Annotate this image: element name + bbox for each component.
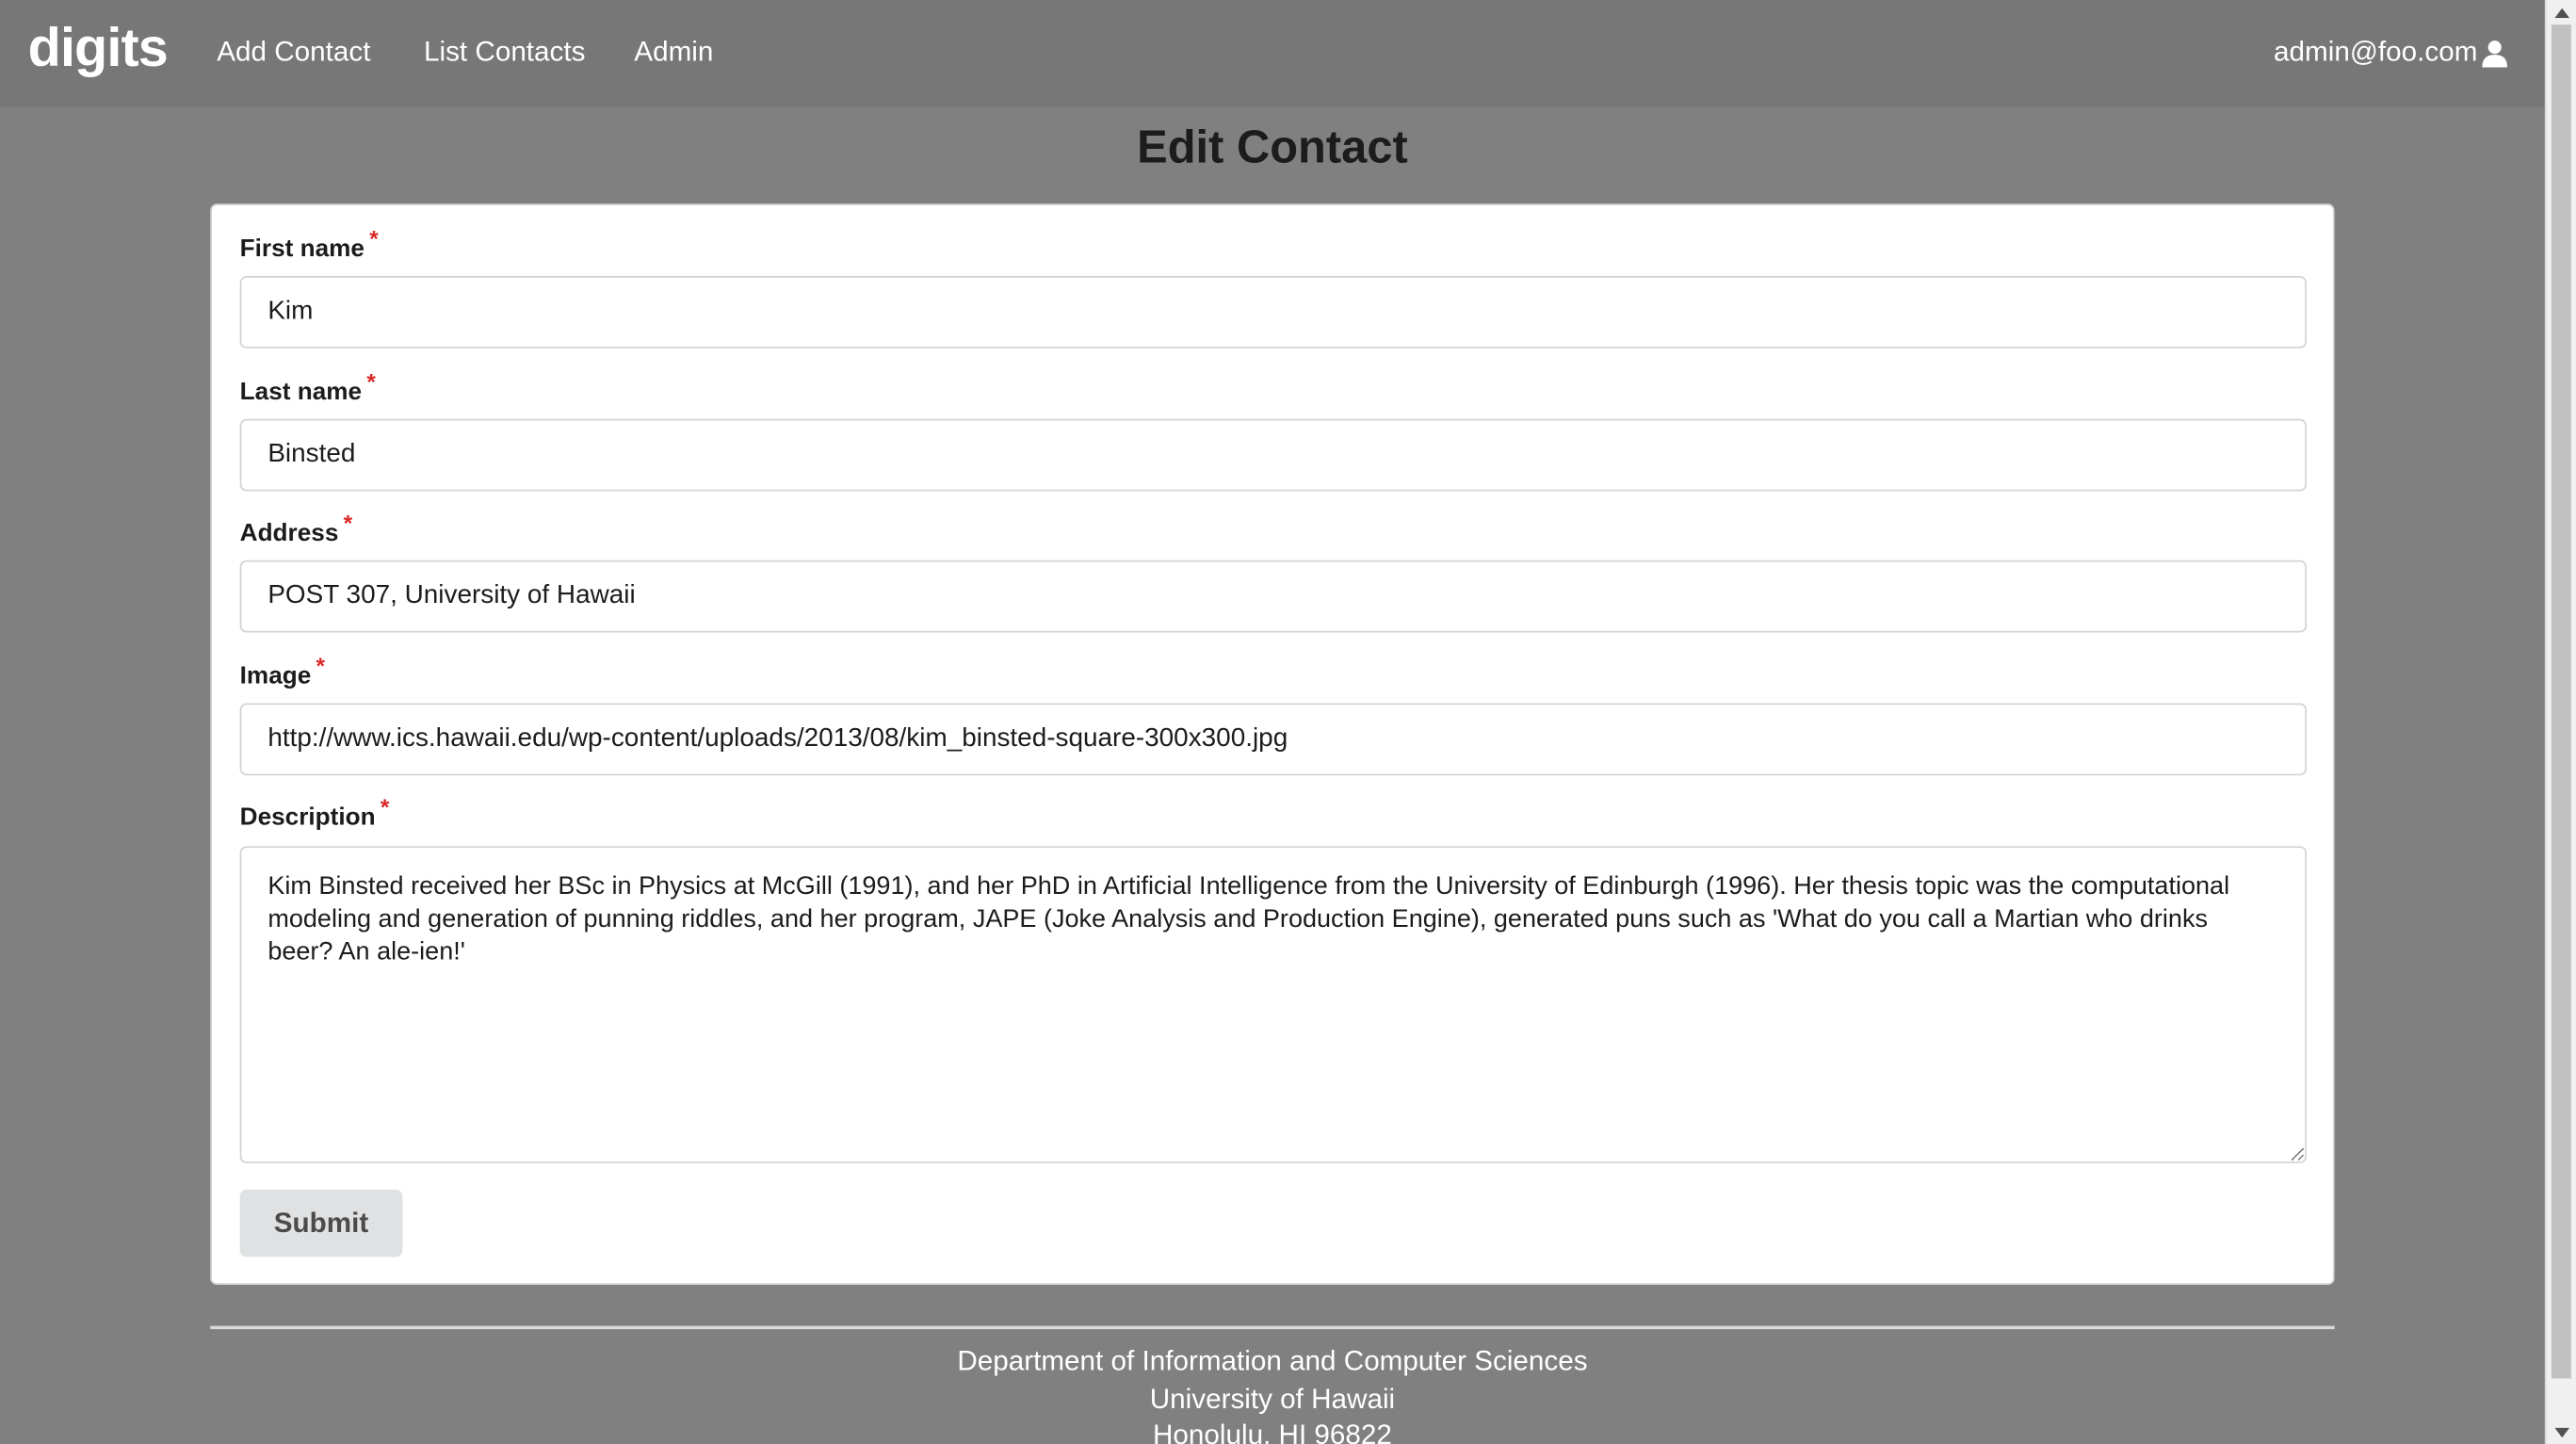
scroll-up-icon[interactable]	[2547, 0, 2576, 24]
required-marker: *	[369, 224, 379, 251]
user-menu[interactable]: admin@foo.com	[2274, 36, 2508, 69]
required-marker: *	[366, 367, 376, 395]
address-input[interactable]	[239, 560, 2307, 633]
footer-university: University of Hawaii	[1149, 1382, 1396, 1414]
first-name-label: First name *	[239, 224, 379, 264]
description-textarea[interactable]: Kim Binsted received her BSc in Physics …	[239, 846, 2307, 1163]
image-label: Image *	[239, 652, 326, 690]
footer-department: Department of Information and Computer S…	[957, 1345, 1588, 1377]
user-email: admin@foo.com	[2274, 36, 2478, 68]
page-title: Edit Contact	[1137, 122, 1408, 173]
user-icon	[2482, 40, 2508, 67]
vertical-scrollbar[interactable]	[2544, 0, 2576, 1444]
description-label: Description *	[239, 793, 390, 832]
nav-add-contact[interactable]: Add Contact	[217, 36, 370, 69]
brand-logo[interactable]: digits	[28, 16, 169, 78]
required-marker: *	[380, 793, 390, 820]
edit-contact-form: First name* Last name* Address* Image* D…	[210, 203, 2335, 1286]
top-navbar: digits Add Contact List Contacts Admin a…	[0, 0, 2545, 107]
footer-divider	[210, 1325, 2335, 1330]
page: digits Add Contact List Contacts Admin a…	[0, 0, 2576, 1444]
required-marker: *	[316, 652, 326, 679]
first-name-input[interactable]	[239, 276, 2307, 349]
address-label: Address *	[239, 509, 353, 547]
nav-list-contacts[interactable]: List Contacts	[424, 36, 585, 69]
nav-admin[interactable]: Admin	[634, 36, 713, 69]
required-marker: *	[343, 509, 353, 536]
scrollbar-thumb[interactable]	[2551, 24, 2571, 1379]
submit-button[interactable]: Submit	[239, 1189, 403, 1257]
footer-address: Honolulu, HI 96822	[1153, 1420, 1392, 1444]
image-url-input[interactable]	[239, 703, 2307, 776]
last-name-label: Last name *	[239, 367, 376, 406]
last-name-input[interactable]	[239, 418, 2307, 492]
scroll-down-icon[interactable]	[2547, 1420, 2576, 1444]
footer: Department of Information and Computer S…	[0, 1344, 2545, 1444]
